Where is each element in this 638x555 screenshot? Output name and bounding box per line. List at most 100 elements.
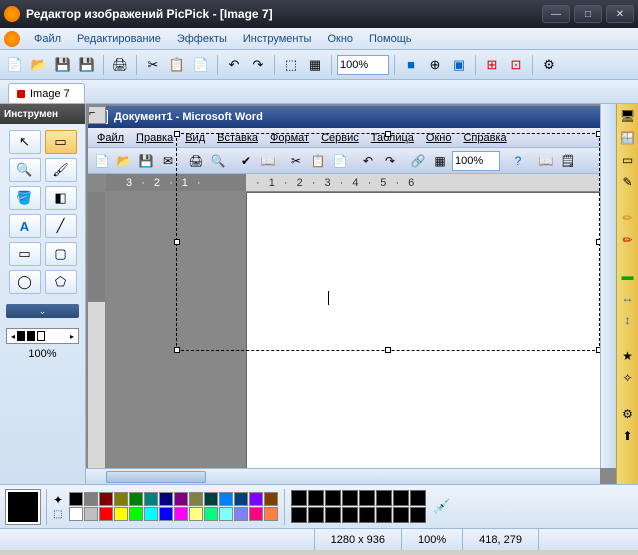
resize-button[interactable]: ⬚: [280, 54, 302, 76]
swatch[interactable]: [84, 507, 98, 521]
menu-edit[interactable]: Редактирование: [69, 30, 169, 48]
pencil-icon[interactable]: ✏: [620, 210, 636, 226]
custom-swatch[interactable]: [359, 490, 375, 506]
word-zoom-select[interactable]: [452, 151, 500, 171]
horizontal-scrollbar[interactable]: [86, 468, 600, 484]
save-button[interactable]: 💾: [52, 54, 74, 76]
settings-icon[interactable]: ⚙: [620, 406, 636, 422]
swatch[interactable]: [249, 507, 263, 521]
word-menu-format[interactable]: Формат: [265, 130, 314, 146]
swatch[interactable]: [99, 492, 113, 506]
custom-swatch[interactable]: [359, 507, 375, 523]
canvas-button[interactable]: ▦: [304, 54, 326, 76]
swatch[interactable]: [159, 507, 173, 521]
grid-button[interactable]: ⊞: [481, 54, 503, 76]
swatch[interactable]: [264, 507, 278, 521]
tool-polygon[interactable]: ⬠: [45, 270, 77, 294]
word-redo-button[interactable]: ↷: [380, 151, 400, 171]
shape-rect-icon[interactable]: ▬: [620, 268, 636, 284]
capture-window-icon[interactable]: 🪟: [620, 130, 636, 146]
word-preview-button[interactable]: 🔍: [208, 151, 228, 171]
actual-button[interactable]: ▣: [448, 54, 470, 76]
swatch[interactable]: [144, 507, 158, 521]
marker-icon[interactable]: ✏: [620, 232, 636, 248]
custom-swatch[interactable]: [342, 490, 358, 506]
capture-region-icon[interactable]: ▭: [620, 152, 636, 168]
zoom-select[interactable]: [337, 55, 389, 75]
word-link-button[interactable]: 🔗: [408, 151, 428, 171]
capture-screen-icon[interactable]: 🖥: [620, 108, 636, 124]
custom-swatch[interactable]: [291, 507, 307, 523]
paste-button[interactable]: 📄: [190, 54, 212, 76]
swatch[interactable]: [174, 507, 188, 521]
arrow-left-icon[interactable]: ↔: [620, 290, 636, 306]
canvas[interactable]: Документ1 - Microsoft Word Файл Правка В…: [88, 106, 600, 468]
word-spell-button[interactable]: ✔: [236, 151, 256, 171]
eyedropper-small-icon[interactable]: ✦ ⬚: [53, 493, 63, 520]
custom-swatch[interactable]: [410, 490, 426, 506]
swatch[interactable]: [84, 492, 98, 506]
word-research-button[interactable]: 📖: [258, 151, 278, 171]
ruler-vertical[interactable]: [88, 192, 106, 468]
menu-tools[interactable]: Инструменты: [235, 30, 320, 48]
word-save-button[interactable]: 💾: [136, 151, 156, 171]
swatch[interactable]: [249, 492, 263, 506]
swatch[interactable]: [144, 492, 158, 506]
word-menu-table[interactable]: Таблица: [366, 130, 419, 146]
upload-icon[interactable]: ⬆: [620, 428, 636, 444]
tool-rect[interactable]: ▭: [9, 242, 41, 266]
vertical-scrollbar[interactable]: [600, 104, 616, 468]
swatch[interactable]: [114, 492, 128, 506]
menu-file[interactable]: Файл: [26, 30, 69, 48]
word-new-button[interactable]: 📄: [92, 151, 112, 171]
tab-image7[interactable]: Image 7: [8, 83, 85, 103]
swatch[interactable]: [189, 507, 203, 521]
word-print-button[interactable]: 🖨: [186, 151, 206, 171]
menu-effects[interactable]: Эффекты: [169, 30, 235, 48]
redo-button[interactable]: ↷: [247, 54, 269, 76]
swatch[interactable]: [204, 492, 218, 506]
word-undo-button[interactable]: ↶: [358, 151, 378, 171]
custom-swatch[interactable]: [393, 507, 409, 523]
swatch[interactable]: [159, 492, 173, 506]
eyedropper-icon[interactable]: 💉: [432, 497, 452, 517]
swatch[interactable]: [129, 492, 143, 506]
menu-window[interactable]: Окно: [319, 30, 361, 48]
custom-swatch[interactable]: [376, 490, 392, 506]
thickness-slider[interactable]: ◂ ▸: [6, 328, 79, 344]
stamp-icon[interactable]: ★: [620, 348, 636, 364]
custom-swatch[interactable]: [393, 490, 409, 506]
custom-swatch[interactable]: [376, 507, 392, 523]
tool-line[interactable]: ╱: [45, 214, 77, 238]
swatch[interactable]: [189, 492, 203, 506]
tools-expander[interactable]: ⌄: [6, 304, 79, 318]
maximize-button[interactable]: □: [574, 5, 602, 23]
word-menu-view[interactable]: Вид: [180, 130, 210, 146]
word-read-button[interactable]: 📖: [536, 151, 556, 171]
ruler-horizontal[interactable]: 3 · 2 · 1 · · 1 · 2 · 3 · 4 · 5 · 6: [106, 174, 600, 192]
open-button[interactable]: 📂: [28, 54, 50, 76]
swatch[interactable]: [264, 492, 278, 506]
tool-roundrect[interactable]: ▢: [45, 242, 77, 266]
word-mail-button[interactable]: ✉: [158, 151, 178, 171]
saveas-button[interactable]: 💾: [76, 54, 98, 76]
copy-button[interactable]: 📋: [166, 54, 188, 76]
swatch[interactable]: [174, 492, 188, 506]
tool-eraser[interactable]: ◧: [45, 186, 77, 210]
options-button[interactable]: ⚙: [538, 54, 560, 76]
capture-freehand-icon[interactable]: ✎: [620, 174, 636, 190]
tool-zoom[interactable]: 🔍: [9, 158, 41, 182]
word-open-button[interactable]: 📂: [114, 151, 134, 171]
word-menu-window[interactable]: Окно: [421, 130, 457, 146]
tool-select-rect[interactable]: ▭: [45, 130, 77, 154]
tool-ellipse[interactable]: ◯: [9, 270, 41, 294]
word-menu-service[interactable]: Сервис: [316, 130, 364, 146]
custom-swatch[interactable]: [342, 507, 358, 523]
word-cut-button[interactable]: ✂: [286, 151, 306, 171]
swatch[interactable]: [69, 492, 83, 506]
scroll-thumb[interactable]: [106, 471, 206, 483]
cut-button[interactable]: ✂: [142, 54, 164, 76]
word-page[interactable]: [246, 192, 600, 468]
close-button[interactable]: ✕: [606, 5, 634, 23]
swatch[interactable]: [129, 507, 143, 521]
